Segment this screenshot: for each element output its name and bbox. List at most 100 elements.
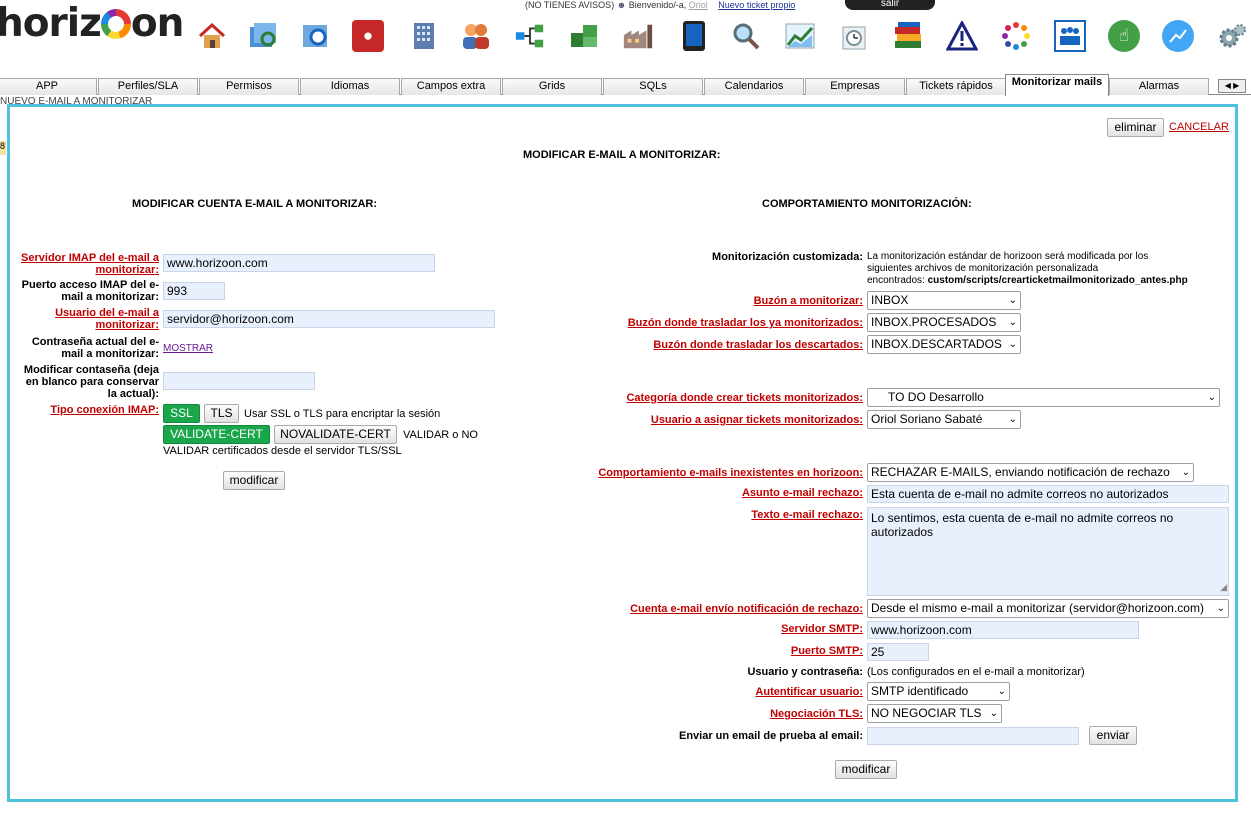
chart-icon[interactable] — [784, 20, 816, 52]
home-icon[interactable] — [196, 20, 228, 52]
current-password-label: Contraseña actual del e-mail a monitoriz… — [31, 336, 159, 360]
chevron-down-icon: ⌄ — [1008, 317, 1017, 328]
unknown-emails-select[interactable]: RECHAZAR E-MAILS, enviando notificación … — [867, 463, 1194, 482]
ssl-hint: Usar SSL o TLS para encriptar la sesión — [244, 408, 441, 420]
smtp-credentials-label: Usuario y contraseña: — [747, 666, 863, 678]
novalidate-cert-button[interactable]: NOVALIDATE-CERT — [274, 425, 397, 444]
user-link[interactable]: Oriol — [689, 0, 708, 10]
boxes-icon[interactable] — [568, 20, 600, 52]
notify-account-select[interactable]: Desde el mismo e-mail a monitorizar (ser… — [867, 599, 1229, 618]
tab-idiomas[interactable]: Idiomas — [300, 78, 400, 95]
new-ticket-link[interactable]: Nuevo ticket propio — [718, 0, 795, 10]
discarded-mailbox-select[interactable]: INBOX.DESCARTADOS ⌄ — [867, 335, 1021, 354]
tab-calendarios[interactable]: Calendarios — [704, 78, 804, 95]
custom-monitoring-text-1: La monitorización estándar de horizoon s… — [867, 251, 1149, 262]
gears-icon[interactable] — [1216, 20, 1248, 52]
logout-button[interactable]: salir — [845, 0, 935, 10]
smtp-server-input[interactable]: www.horizoon.com — [867, 621, 1139, 639]
delete-button[interactable]: eliminar — [1107, 118, 1164, 137]
mailbox-label: Buzón a monitorizar: — [753, 295, 863, 307]
main-toolbar: ● ☝ — [196, 20, 1251, 62]
smtp-port-input[interactable]: 25 — [867, 643, 929, 661]
user-icon: ☻ — [616, 0, 627, 10]
warning-icon[interactable] — [946, 20, 978, 52]
tls-button[interactable]: TLS — [204, 404, 239, 423]
tab-alarmas[interactable]: Alarmas — [1109, 78, 1209, 95]
tab-campos-extra[interactable]: Campos extra — [401, 78, 501, 95]
custom-found-label: encontrados: — [867, 275, 925, 286]
chevron-down-icon: ⌄ — [1008, 414, 1017, 425]
assign-user-select[interactable]: Oriol Soriano Sabaté ⌄ — [867, 410, 1021, 429]
left-edge-stub: 8 — [0, 141, 6, 155]
chevron-down-icon: ⌄ — [997, 686, 1006, 697]
tab-monitorizar-mails[interactable]: Monitorizar mails — [1005, 74, 1109, 96]
imap-port-label: Puerto acceso IMAP del e-mail a monitori… — [21, 279, 159, 303]
resize-grip-icon[interactable]: ◢ — [1220, 580, 1227, 594]
custom-monitoring-text-3: encontrados: custom/scripts/crearticketm… — [867, 275, 1188, 287]
building-icon[interactable] — [408, 20, 440, 52]
imap-port-input[interactable]: 993 — [163, 282, 225, 300]
mailbox-select[interactable]: INBOX ⌄ — [867, 291, 1021, 310]
tab-app[interactable]: APP — [0, 78, 97, 95]
left-submit-button[interactable]: modificar — [223, 471, 285, 490]
org-chart-icon[interactable] — [514, 20, 546, 52]
auth-user-label: Autentificar usuario: — [755, 686, 863, 698]
imap-server-input[interactable]: www.horizoon.com — [163, 254, 435, 272]
validate-hint-2: VALIDAR certificados desde el servidor T… — [163, 445, 402, 457]
chevron-down-icon: ⌄ — [1216, 603, 1225, 614]
chevron-down-icon: ⌄ — [1008, 295, 1017, 306]
test-email-label: Enviar un email de prueba al email: — [678, 730, 863, 742]
test-email-input[interactable] — [867, 727, 1079, 745]
search-list-icon[interactable] — [300, 20, 332, 52]
processed-mailbox-label: Buzón donde trasladar los ya monitorizad… — [627, 317, 863, 329]
auth-user-select[interactable]: SMTP identificado ⌄ — [867, 682, 1010, 701]
map-marker-icon[interactable]: ● — [352, 20, 384, 52]
factory-icon[interactable] — [622, 20, 654, 52]
users-icon[interactable] — [460, 20, 492, 52]
chevron-down-icon: ⌄ — [1207, 392, 1216, 403]
notices-text: (NO TIENES AVISOS) — [525, 0, 615, 10]
ssl-button[interactable]: SSL — [163, 404, 200, 423]
assign-user-label: Usuario a asignar tickets monitorizados: — [650, 414, 863, 426]
custom-monitoring-label: Monitorización customizada: — [712, 251, 863, 263]
tab-empresas[interactable]: Empresas — [805, 78, 905, 95]
search-images-icon[interactable] — [248, 20, 280, 52]
validate-cert-button[interactable]: VALIDATE-CERT — [163, 425, 270, 444]
tab-perfiles-sla[interactable]: Perfiles/SLA — [98, 78, 198, 95]
reject-subject-label: Asunto e-mail rechazo: — [741, 487, 863, 499]
email-user-label: Usuario del e-mail a monitorizar: — [55, 307, 159, 331]
tablet-icon[interactable] — [678, 20, 710, 52]
tls-negotiation-label: Negociación TLS: — [770, 708, 863, 720]
email-user-input[interactable]: servidor@horizoon.com — [163, 310, 495, 328]
new-password-input[interactable] — [163, 372, 315, 390]
connection-type-label: Tipo conexión IMAP: — [50, 404, 159, 416]
trend-icon[interactable] — [1162, 20, 1194, 52]
tab-sqls[interactable]: SQLs — [603, 78, 703, 95]
reject-body-label: Texto e-mail rechazo: — [751, 509, 863, 521]
magnifier-icon[interactable] — [730, 20, 762, 52]
tls-negotiation-select[interactable]: NO NEGOCIAR TLS ⌄ — [867, 704, 1002, 723]
reject-subject-input[interactable]: Esta cuenta de e-mail no admite correos … — [867, 485, 1229, 503]
dots-circle-icon[interactable] — [1000, 20, 1032, 52]
clock-icon[interactable] — [838, 20, 870, 52]
logo-ring-icon — [100, 9, 131, 39]
right-submit-button[interactable]: modificar — [835, 760, 897, 779]
books-icon[interactable] — [892, 20, 924, 52]
processed-mailbox-select[interactable]: INBOX.PROCESADOS ⌄ — [867, 313, 1021, 332]
tab-scroll-arrows[interactable]: ◀ ▶ — [1218, 79, 1246, 93]
category-select[interactable]: TO DO Desarrollo ⌄ — [867, 388, 1220, 407]
category-label: Categoría donde crear tickets monitoriza… — [626, 392, 863, 404]
smtp-credentials-value: (Los configurados en el e-mail a monitor… — [867, 666, 1085, 678]
custom-monitoring-text-2: siguientes archivos de monitorización pe… — [867, 263, 1099, 274]
send-test-button[interactable]: enviar — [1089, 726, 1137, 745]
cancel-link[interactable]: CANCELAR — [1169, 121, 1229, 133]
tab-tickets-rapidos[interactable]: Tickets rápidos — [906, 78, 1006, 95]
right-section-title: COMPORTAMIENTO MONITORIZACIÓN: — [762, 198, 972, 210]
tab-grids[interactable]: Grids — [502, 78, 602, 95]
horizoon-logo[interactable]: horiz on — [0, 2, 184, 46]
show-password-link[interactable]: MOSTRAR — [163, 343, 213, 354]
touch-icon[interactable]: ☝ — [1108, 20, 1140, 52]
reject-body-textarea[interactable]: Lo sentimos, esta cuenta de e-mail no ad… — [867, 507, 1229, 596]
team-icon[interactable] — [1054, 20, 1086, 52]
tab-permisos[interactable]: Permisos — [199, 78, 299, 95]
